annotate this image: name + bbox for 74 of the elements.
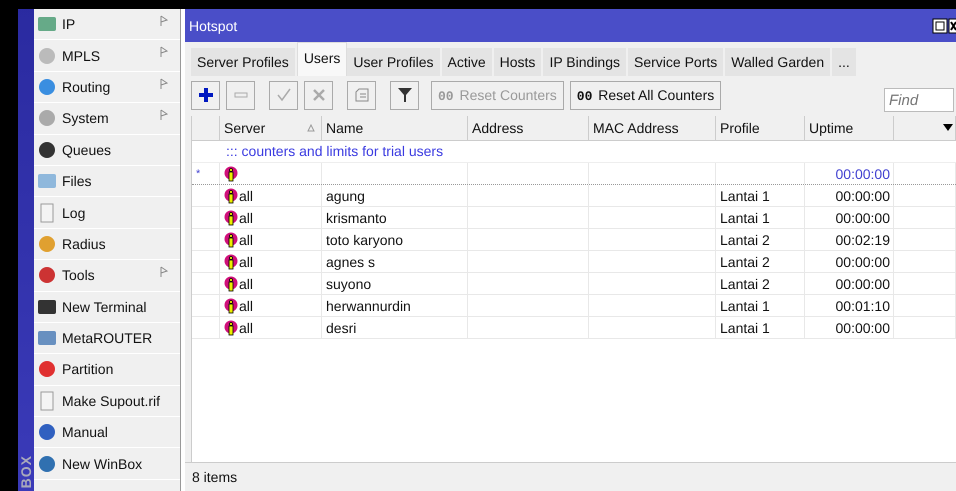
- table-cell: Lantai 1: [720, 210, 770, 226]
- table-cell: 00:02:19: [836, 232, 890, 248]
- table-cell: agung: [326, 188, 365, 204]
- table-cell: Lantai 1: [720, 188, 770, 204]
- column-header[interactable]: Address: [468, 116, 589, 140]
- tab[interactable]: IP Bindings: [543, 48, 628, 76]
- table-cell: 00:00:00: [836, 254, 890, 270]
- menu-item[interactable]: Routing: [34, 72, 180, 104]
- row-comment: ::: counters and limits for trial users: [192, 141, 956, 163]
- menu-item[interactable]: Files: [34, 166, 180, 198]
- side-label: BOX: [18, 454, 34, 488]
- tab[interactable]: Server Profiles: [191, 48, 297, 76]
- menu-item[interactable]: New WinBox: [34, 448, 180, 480]
- tab[interactable]: Active: [442, 48, 494, 76]
- table-cell: 00:00:00: [836, 276, 890, 292]
- table-cell: all: [239, 298, 254, 314]
- table-cell: Lantai 1: [720, 298, 770, 314]
- table-cell: 00:00:00: [836, 166, 890, 182]
- column-header[interactable]: MAC Address: [589, 116, 716, 140]
- table-row[interactable]: all desri Lantai 1 00:00:00: [192, 317, 956, 339]
- table-cell: agnes s: [326, 254, 376, 270]
- table-row[interactable]: all herwannurdin Lantai 1 00:01:10: [192, 295, 956, 317]
- menu-item[interactable]: Log: [34, 197, 180, 229]
- table-cell: toto karyono: [326, 232, 404, 248]
- column-header[interactable]: Name: [322, 116, 468, 140]
- menu-item[interactable]: Make Supout.rif: [34, 386, 180, 418]
- table-cell: desri: [326, 320, 356, 336]
- table-cell: all: [239, 320, 254, 336]
- menu-item[interactable]: IP: [34, 9, 180, 40]
- column-header[interactable]: Profile: [716, 116, 805, 140]
- table-cell: herwannurdin: [326, 298, 411, 314]
- table-row[interactable]: all agung Lantai 1 00:00:00: [192, 185, 956, 207]
- table-cell: all: [239, 276, 254, 292]
- column-header[interactable]: Server: [220, 116, 322, 140]
- table-cell: all: [239, 232, 254, 248]
- reset-counters-button[interactable]: 00 Reset All Counters: [570, 80, 722, 110]
- table-cell: 00:01:10: [836, 298, 890, 314]
- table-cell: Lantai 2: [720, 232, 770, 248]
- menu-item[interactable]: Partition: [34, 354, 180, 386]
- table-cell: suyono: [326, 276, 372, 292]
- table-cell: Lantai 2: [720, 276, 770, 292]
- menu-item[interactable]: MPLS: [34, 40, 180, 72]
- table-row[interactable]: all toto karyono Lantai 2 00:02:19: [192, 229, 956, 251]
- menu-item[interactable]: Manual: [34, 417, 180, 448]
- table-row[interactable]: all krismanto Lantai 1 00:00:00: [192, 207, 956, 229]
- flag-cell: *: [196, 168, 200, 180]
- table-cell: 00:00:00: [836, 210, 890, 226]
- table-cell: krismanto: [326, 210, 387, 226]
- table-cell: 00:00:00: [836, 320, 890, 336]
- menu-item[interactable]: Tools: [34, 260, 180, 292]
- tab[interactable]: ...: [832, 48, 858, 76]
- table-row[interactable]: * 00:00:00: [192, 163, 956, 185]
- menu-item[interactable]: Queues: [34, 134, 180, 166]
- search-field[interactable]: Find: [884, 88, 954, 112]
- table-cell: all: [239, 210, 254, 226]
- table-row[interactable]: all agnes s Lantai 2 00:00:00: [192, 251, 956, 273]
- table-cell: all: [239, 188, 254, 204]
- tab[interactable]: Walled Garden: [725, 48, 832, 76]
- tab[interactable]: Users: [296, 42, 348, 76]
- table-cell: all: [239, 254, 254, 270]
- menu-item[interactable]: System: [34, 103, 180, 135]
- menu-item[interactable]: MetaROUTER: [34, 322, 180, 354]
- menu-item[interactable]: Radius: [34, 228, 180, 260]
- window-title: Hotspot: [189, 18, 238, 34]
- item-count: 8 items: [192, 469, 238, 485]
- tab[interactable]: User Profiles: [347, 48, 442, 76]
- tab[interactable]: Service Ports: [628, 48, 726, 76]
- table-cell: Lantai 1: [720, 320, 770, 336]
- table-cell: Lantai 2: [720, 254, 770, 270]
- table-cell: 00:00:00: [836, 188, 890, 204]
- table-row[interactable]: all suyono Lantai 2 00:00:00: [192, 273, 956, 295]
- column-header[interactable]: Uptime: [805, 116, 894, 140]
- tab[interactable]: Hosts: [494, 48, 544, 76]
- menu-item[interactable]: New Terminal: [34, 292, 180, 323]
